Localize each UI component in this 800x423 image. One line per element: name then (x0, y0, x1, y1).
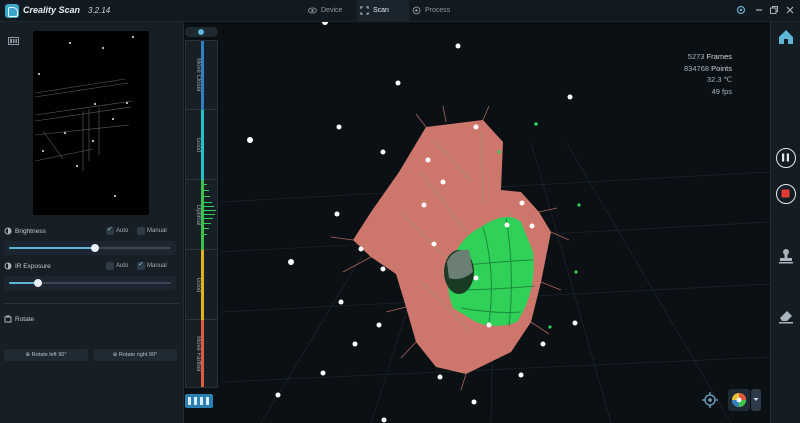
exposure-icon (4, 262, 12, 270)
ir-exposure-label: IR Exposure (15, 263, 51, 270)
left-panel: Brightness Auto Manual IR Exposure Auto … (0, 22, 183, 423)
brightness-slider[interactable] (4, 241, 176, 255)
zone-bar (201, 110, 204, 180)
distance-histogram (204, 184, 216, 235)
camera-icon (8, 37, 19, 45)
color-mode-button[interactable] (728, 389, 750, 411)
zone-bar (201, 250, 204, 320)
tab-process-label: Process (425, 7, 451, 14)
ir-auto-checkbox[interactable] (106, 262, 114, 270)
tab-device-label: Device (321, 7, 343, 14)
ir-auto-label: Auto (116, 263, 129, 269)
ir-manual-label: Manual (147, 263, 167, 269)
rotate-left-label: Rotate left 90° (31, 352, 67, 358)
settings-icon[interactable] (736, 5, 746, 15)
crosshair-icon[interactable] (700, 390, 720, 410)
brightness-manual-label: Manual (147, 228, 167, 234)
stop-button[interactable] (776, 184, 796, 204)
brightness-icon (4, 227, 12, 235)
stamp-icon[interactable] (776, 246, 796, 266)
brightness-slider-handle[interactable] (91, 244, 99, 252)
rotate-icon (4, 315, 12, 323)
fps: 49 fps (711, 86, 732, 96)
camera-preview (33, 31, 149, 215)
tab-scan-label: Scan (373, 7, 389, 14)
tab-device[interactable]: Device (305, 0, 357, 22)
panel-separator (183, 22, 184, 423)
temperature: 32.3 ℃ (706, 75, 732, 84)
home-icon[interactable] (776, 27, 796, 47)
app-logo-icon (5, 4, 19, 18)
brightness-manual-checkbox[interactable] (137, 227, 145, 235)
chevron-down-icon (753, 398, 759, 401)
rotate-left-button[interactable]: ⊕ Rotate left 90° (4, 349, 88, 361)
ir-manual-checkbox[interactable] (137, 260, 145, 270)
eye-icon (308, 7, 317, 14)
brightness-row: Brightness Auto Manual (4, 225, 179, 237)
process-icon (412, 6, 421, 15)
app-version: 3.2.14 (88, 6, 111, 15)
close-icon[interactable] (785, 5, 795, 15)
pause-button[interactable] (776, 148, 796, 168)
zone-good-far: Good (186, 250, 217, 320)
app-title: Creality Scan (23, 5, 81, 15)
rotate-row: Rotate (4, 315, 179, 325)
pause-icon (782, 153, 789, 162)
eraser-icon[interactable] (776, 305, 796, 325)
scan-viewport[interactable]: 5273 Frames 834768 Points 32.3 ℃ 49 fps (221, 22, 770, 423)
color-wheel-icon (732, 393, 746, 407)
brightness-auto-checkbox[interactable] (106, 225, 114, 235)
zone-move-farther: Move Farther (186, 320, 217, 387)
minimize-icon[interactable] (754, 5, 764, 15)
scan-icon (360, 6, 369, 15)
color-mode-dropdown[interactable] (751, 389, 761, 411)
tab-scan[interactable]: Scan (357, 0, 409, 22)
stop-icon (781, 189, 790, 198)
right-toolbar (770, 22, 800, 423)
rotate-label: Rotate (15, 316, 35, 323)
title-bar: Creality Scan 3.2.14 Device Scan Process (0, 0, 800, 22)
frames-value: 5273 (687, 52, 705, 61)
brightness-label: Brightness (15, 228, 46, 235)
zone-bar (201, 320, 204, 387)
brightness-auto-label: Auto (116, 228, 129, 234)
ir-exposure-row: IR Exposure Auto Manual (4, 260, 179, 272)
ir-exposure-slider[interactable] (4, 276, 176, 290)
points-value: 834768 (684, 63, 710, 73)
rotate-right-label: Rotate right 90° (118, 352, 158, 358)
frames-unit: Frames (706, 52, 732, 61)
scan-stats: 5273 Frames 834768 Points 32.3 ℃ 49 fps (684, 51, 732, 97)
distance-gauge: Move Closer Good Optimal Good Move Farth… (185, 40, 218, 388)
rotate-right-button[interactable]: ⊕ Rotate right 90° (93, 349, 177, 361)
tab-process[interactable]: Process (409, 0, 467, 22)
ruler-icon[interactable] (185, 394, 213, 408)
ir-exposure-slider-handle[interactable] (34, 279, 42, 287)
restore-icon[interactable] (769, 5, 779, 15)
divider (4, 303, 179, 304)
zone-good-near: Good (186, 110, 217, 180)
points-unit: Points (711, 63, 732, 73)
zone-bar (201, 41, 204, 110)
zone-move-closer: Move Closer (186, 41, 217, 110)
gauge-toggle[interactable] (185, 27, 218, 37)
zone-optimal: Optimal (186, 180, 217, 250)
